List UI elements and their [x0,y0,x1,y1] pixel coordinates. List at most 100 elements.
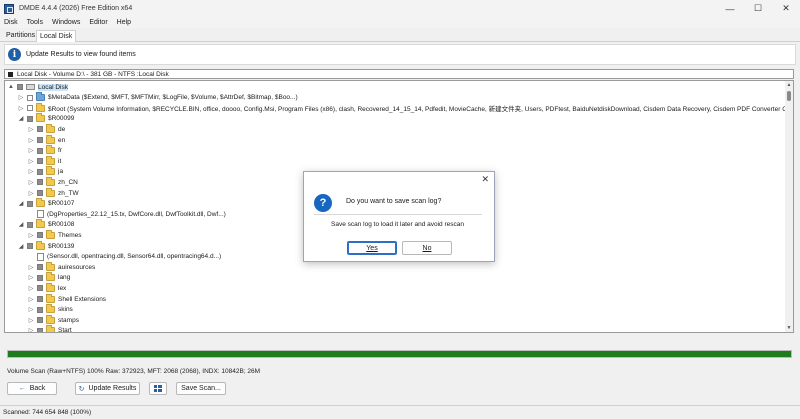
tree-row[interactable]: (DgProperties_22.12_15.tx, DwfCore.dll, … [28,209,226,219]
tree-item-label: $Root (System Volume Information, $RECYC… [48,106,788,114]
tree-row[interactable]: ▷ $MetaData ($Extend, $MFT, $MFTMirr, $Lo… [18,92,298,103]
tree-row[interactable]: ▷ it [28,155,61,166]
tree-checkbox[interactable] [27,94,33,101]
tree-row[interactable]: ▷ zh_CN [28,176,78,187]
question-icon: ? [314,194,332,212]
folder-icon [36,198,45,208]
tree-row[interactable]: ▷ ja [28,166,63,177]
menu-windows[interactable]: Windows [48,19,85,26]
expand-toggle-icon[interactable]: ▷ [28,327,34,332]
tree-checkbox[interactable] [37,147,43,154]
tree-checkbox[interactable] [37,158,43,165]
tree-checkbox[interactable] [27,105,33,112]
expand-toggle-icon[interactable]: ▷ [28,168,34,176]
tree-row[interactable]: ▷ lang [28,272,70,283]
expand-toggle-icon[interactable]: ▷ [28,306,34,314]
tree-checkbox[interactable] [37,296,43,302]
drive-icon [26,84,35,90]
expand-toggle-icon[interactable]: ▷ [28,284,34,292]
menu-editor[interactable]: Editor [85,19,112,26]
update-results-button[interactable]: ↻ Update Results [75,382,140,395]
tree-row[interactable]: ▷ en [28,134,65,145]
scroll-down-icon[interactable]: ▼ [785,324,793,332]
dialog-close-icon[interactable]: ✕ [481,174,489,185]
tree-checkbox[interactable] [37,232,43,239]
tree-item-label: $R00108 [48,221,75,229]
minimize-button[interactable]: — [716,0,744,17]
tree-row[interactable]: ▷ skins [28,304,73,315]
expand-toggle-icon[interactable]: ▷ [28,263,34,271]
expand-toggle-icon[interactable]: ◢ [18,200,24,208]
folder-icon [46,229,55,239]
tree-checkbox[interactable] [37,274,43,281]
menu-tools[interactable]: Tools [23,19,48,26]
tree-checkbox[interactable] [27,221,33,228]
tree-row[interactable]: ▷ lex [28,282,66,293]
tree-row[interactable]: (Sensor.dll, opentracing.dll, Sensor64.d… [28,252,221,262]
tree-row[interactable]: ▷ de [28,123,65,134]
tree-row[interactable]: ◢ $R00108 [18,219,75,230]
expand-toggle-icon[interactable]: ▷ [28,274,34,282]
tree-checkbox[interactable] [37,190,43,196]
grid-view-icon [154,385,162,392]
expand-toggle-icon[interactable]: ▷ [28,147,34,155]
scroll-up-icon[interactable]: ▲ [785,81,793,89]
tree-row[interactable]: ▲ Local Disk [8,82,68,92]
tree-row[interactable]: ▷ $Root (System Volume Information, $RECY… [18,102,788,114]
expand-toggle-icon[interactable]: ◢ [18,242,24,250]
tree-checkbox[interactable] [37,327,43,332]
tree-checkbox[interactable] [37,126,43,133]
expand-toggle-icon[interactable]: ▷ [18,104,24,112]
tab-local-disk[interactable]: Local Disk [36,30,77,42]
close-button[interactable]: ✕ [772,0,800,17]
tree-row[interactable]: ◢ $R00139 [18,240,74,251]
tree-row[interactable]: ▷ Shell Extensions [28,293,107,304]
save-scan-button[interactable]: Save Scan... [176,382,226,395]
vertical-scrollbar[interactable]: ▲ ▼ [785,81,793,332]
tree-checkbox[interactable] [37,168,43,175]
tree-row[interactable]: ▷ Start [28,325,72,333]
tree-checkbox[interactable] [37,264,43,271]
tree-item-label: Start [58,327,72,333]
view-toggle-button[interactable] [149,382,167,395]
expand-toggle-icon[interactable]: ▷ [28,157,34,165]
expand-toggle-icon[interactable]: ▷ [28,178,34,186]
tree-row[interactable]: ◢ $R00099 [18,113,74,124]
back-button[interactable]: ← Back [7,382,57,395]
tree-checkbox[interactable] [17,84,23,90]
tree-checkbox[interactable] [37,137,43,143]
dialog-yes-button[interactable]: Yes [347,241,397,255]
expand-toggle-icon[interactable]: ▷ [28,136,34,144]
tree-row[interactable]: ▷ zh_TW [28,187,79,198]
expand-toggle-icon[interactable]: ▷ [28,316,34,324]
tree-checkbox[interactable] [27,243,33,249]
tab-partitions[interactable]: Partitions [3,30,38,42]
tree-row[interactable]: ◢ $R00107 [18,198,74,209]
tree-checkbox[interactable] [37,285,43,292]
tree-item-label: Shell Extensions [58,295,107,303]
scroll-thumb[interactable] [787,91,791,101]
expand-toggle-icon[interactable]: ▲ [8,83,14,91]
tree-checkbox[interactable] [27,200,33,207]
volume-path-bar[interactable]: Local Disk - Volume D:\ - 381 GB - NTFS … [4,69,794,79]
tree-row[interactable]: ▷ auiresources [28,261,95,272]
menu-disk[interactable]: Disk [0,19,23,26]
tree-checkbox[interactable] [37,179,43,186]
expand-toggle-icon[interactable]: ▷ [28,295,34,303]
expand-toggle-icon[interactable]: ▷ [18,94,24,102]
menu-help[interactable]: Help [113,19,136,26]
folder-icon [46,293,55,303]
expand-toggle-icon[interactable]: ◢ [18,221,24,229]
expand-toggle-icon[interactable]: ▷ [28,189,34,197]
expand-toggle-icon[interactable]: ▷ [28,231,34,239]
tree-checkbox[interactable] [37,306,43,313]
maximize-button[interactable]: ☐ [744,0,772,17]
expand-toggle-icon[interactable]: ▷ [28,125,34,133]
dialog-no-button[interactable]: No [402,241,452,255]
tree-row[interactable]: ▷ Themes [28,229,81,240]
expand-toggle-icon[interactable]: ◢ [18,115,24,123]
tree-row[interactable]: ▷ stamps [28,314,79,325]
tree-checkbox[interactable] [27,115,33,122]
tree-checkbox[interactable] [37,317,43,324]
tree-row[interactable]: ▷ fr [28,145,62,156]
